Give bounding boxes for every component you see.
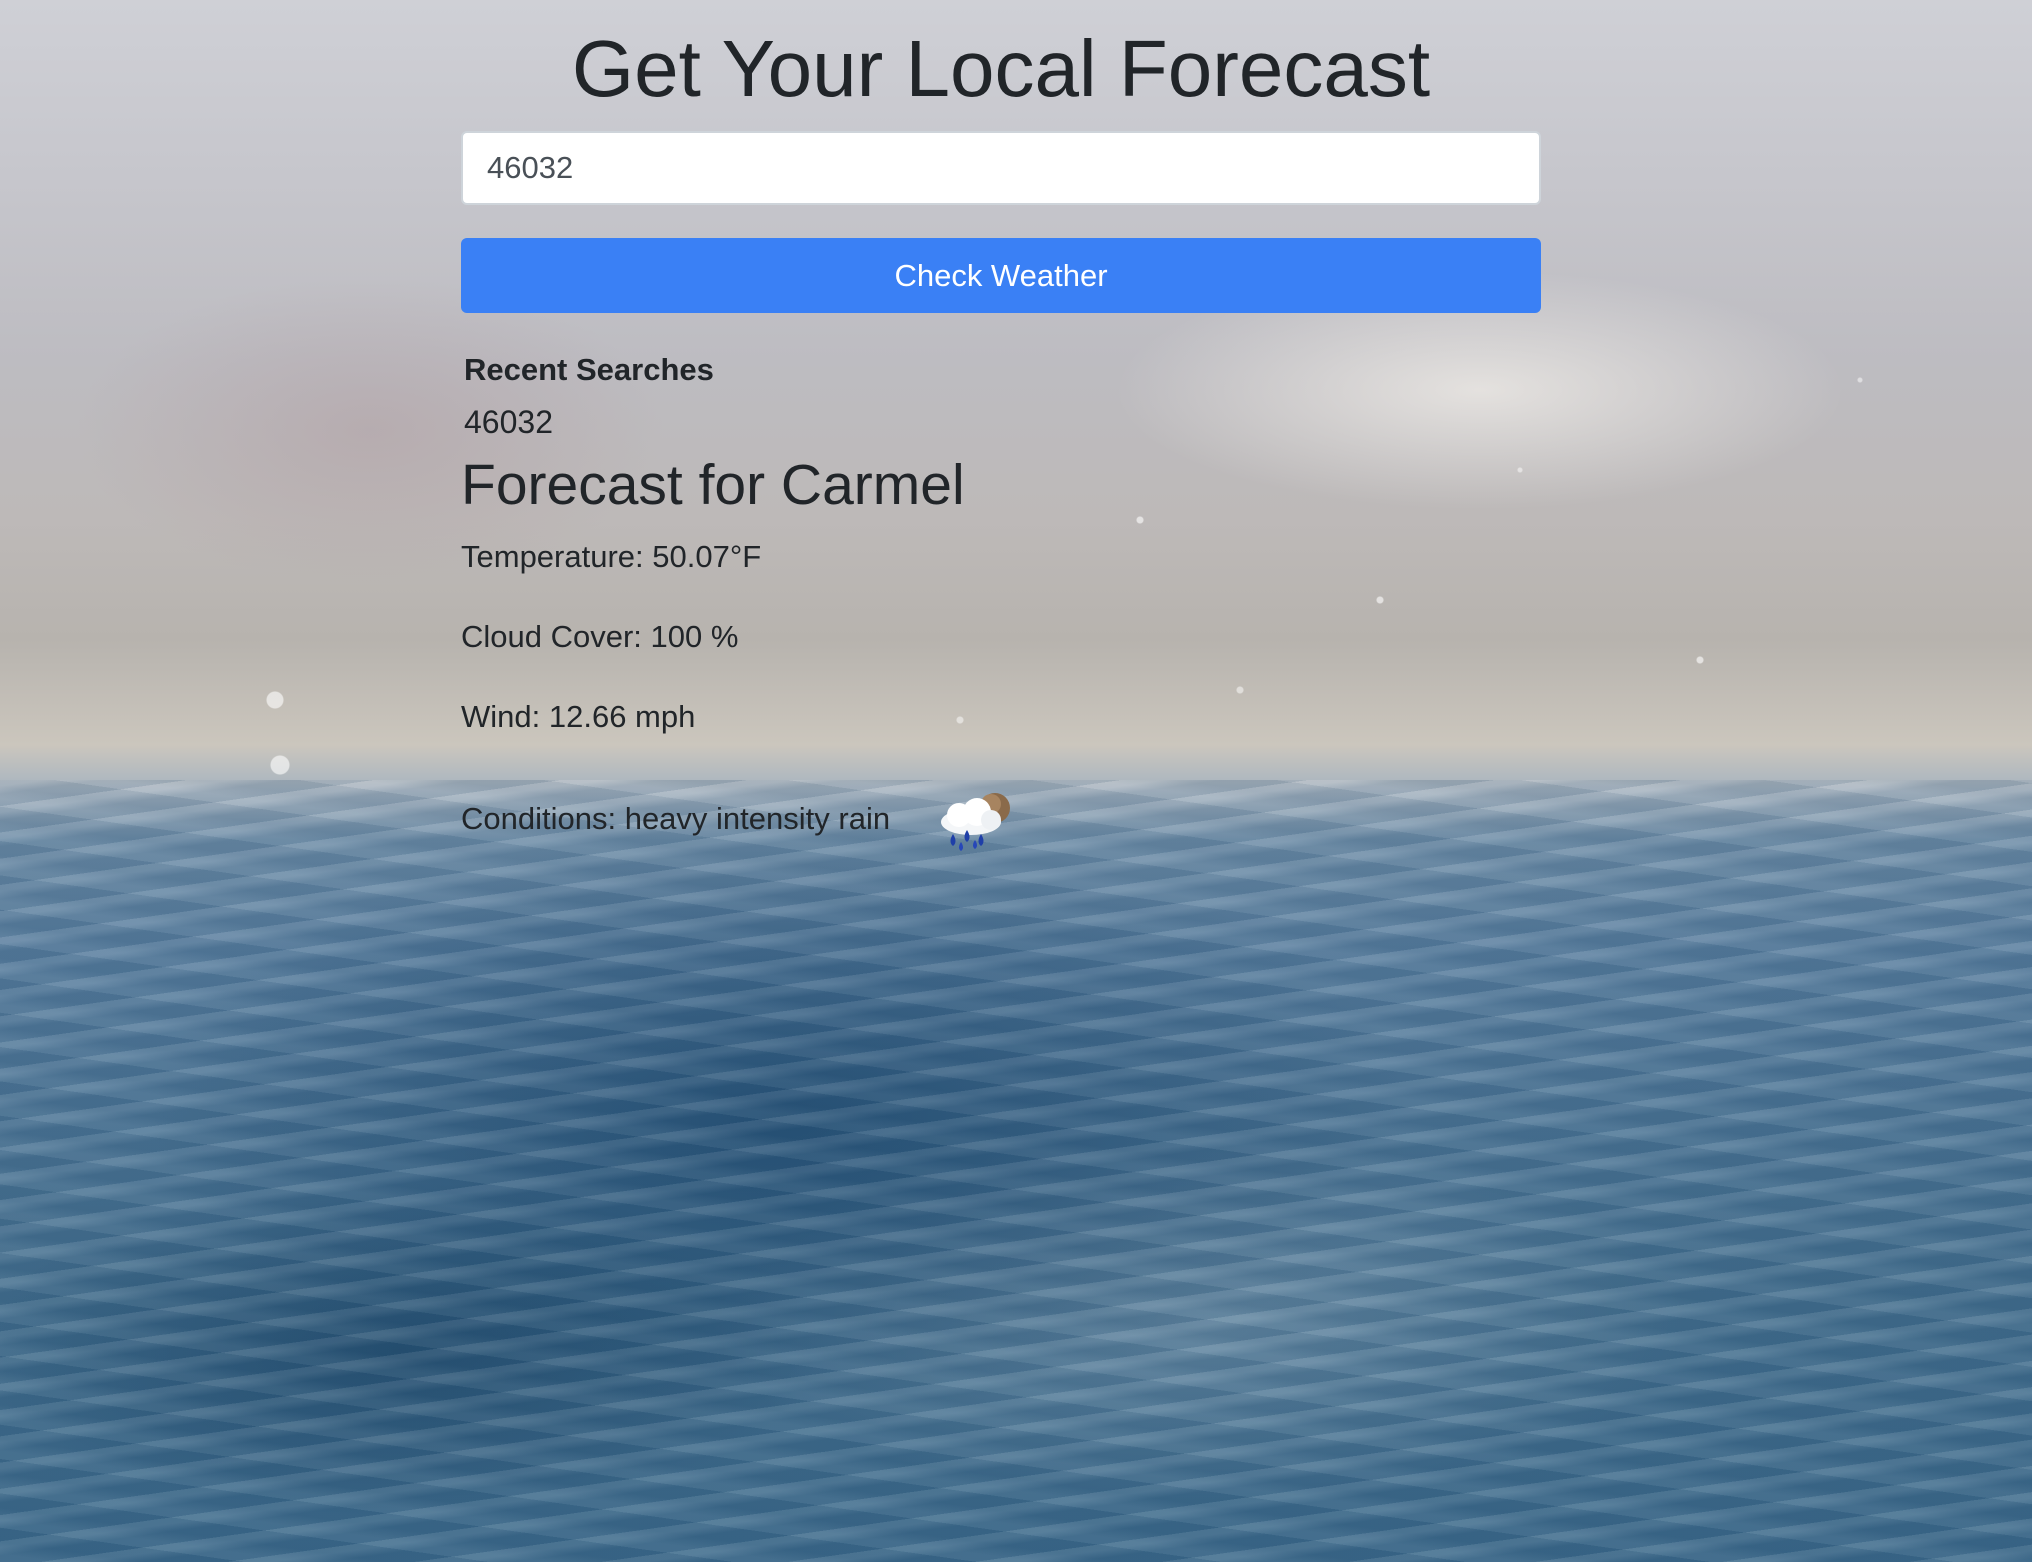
heavy-rain-cloud-icon xyxy=(941,793,1010,851)
recent-searches-heading: Recent Searches xyxy=(464,352,714,387)
rain-background xyxy=(0,0,2032,800)
forecast-heading: Forecast for Carmel xyxy=(461,453,965,517)
recent-search-item[interactable]: 46032 xyxy=(464,404,553,441)
page-title: Get Your Local Forecast xyxy=(571,24,1431,113)
wind-text: Wind: 12.66 mph xyxy=(461,699,696,734)
check-weather-button[interactable]: Check Weather xyxy=(461,238,1541,313)
water-background xyxy=(0,780,2032,1562)
temperature-text: Temperature: 50.07°F xyxy=(461,539,762,574)
cloud-cover-text: Cloud Cover: 100 % xyxy=(461,619,739,654)
conditions-text: Conditions: heavy intensity rain xyxy=(461,801,891,836)
zip-input[interactable] xyxy=(461,131,1541,205)
